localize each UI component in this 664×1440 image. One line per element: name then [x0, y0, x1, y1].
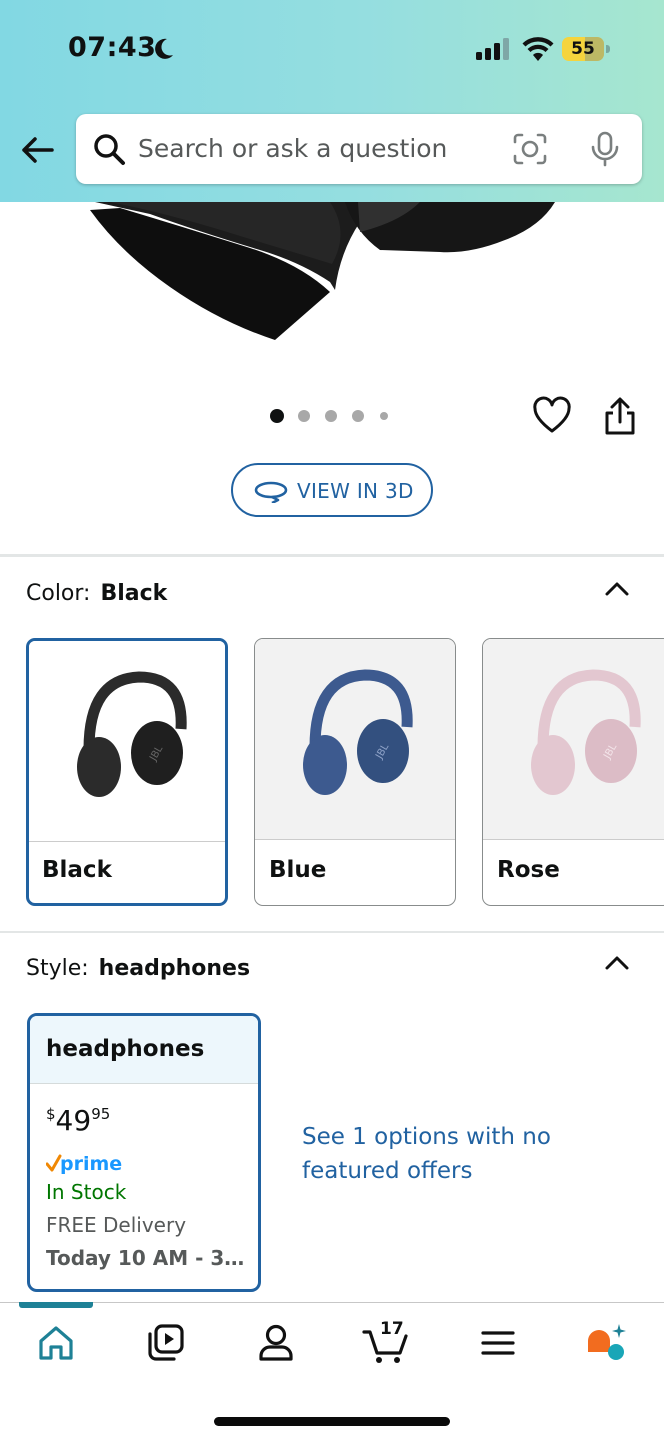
- selected-color: Black: [100, 581, 168, 606]
- headphones-blue-thumbnail: JBL: [303, 669, 413, 795]
- style-card-title: headphones: [46, 1036, 205, 1062]
- clock-time: 07:43: [68, 32, 157, 63]
- price-whole: 49: [55, 1104, 92, 1137]
- color-option-label: Blue: [269, 857, 327, 883]
- page-dot[interactable]: [325, 410, 337, 422]
- page-dot[interactable]: [298, 410, 310, 422]
- color-option-blue[interactable]: JBL Blue: [254, 638, 456, 906]
- chevron-up-icon[interactable]: [604, 580, 630, 598]
- view-in-3d-label: VIEW IN 3D: [297, 479, 414, 503]
- delivery-date: Today 10 AM - 3…: [46, 1246, 245, 1270]
- color-label: Color:: [26, 581, 91, 606]
- search-bar[interactable]: Search or ask a question: [76, 114, 642, 184]
- headphones-product-photo: [80, 202, 555, 340]
- battery-level: 55: [571, 39, 595, 59]
- menu-icon[interactable]: [476, 1321, 520, 1365]
- home-icon[interactable]: [34, 1321, 78, 1365]
- rotate-3d-icon: [254, 481, 288, 503]
- style-heading: Style: headphones: [26, 956, 250, 981]
- stock-status: In Stock: [46, 1180, 127, 1204]
- color-option-label: Black: [42, 857, 112, 883]
- color-option-label: Rose: [497, 857, 560, 883]
- delivery-info: FREE Delivery: [46, 1213, 187, 1237]
- page-dot[interactable]: [352, 410, 364, 422]
- price: $4995: [46, 1104, 110, 1137]
- top-header: 07:43 55 Search or ask a question: [0, 0, 664, 202]
- home-indicator-bar: [214, 1417, 450, 1426]
- search-input[interactable]: Search or ask a question: [138, 134, 447, 163]
- style-card-header: headphones: [30, 1016, 258, 1084]
- product-image[interactable]: [0, 202, 664, 352]
- cellular-signal-icon: [476, 38, 509, 60]
- active-tab-indicator: [19, 1302, 93, 1308]
- search-icon: [94, 134, 125, 165]
- style-label: Style:: [26, 956, 89, 981]
- swatch-image: JBL: [483, 639, 664, 839]
- prime-label: prime: [60, 1153, 122, 1175]
- page-dot[interactable]: [380, 412, 388, 420]
- color-heading: Color: Black: [26, 581, 167, 606]
- wifi-icon: [522, 37, 554, 61]
- swatch-image: JBL: [255, 639, 455, 839]
- heart-icon[interactable]: [532, 396, 572, 436]
- status-bar: 07:43 55: [0, 0, 664, 100]
- headphones-rose-thumbnail: JBL: [531, 669, 641, 795]
- price-currency: $: [46, 1105, 56, 1123]
- page-dot-active[interactable]: [270, 409, 284, 423]
- headphones-black-thumbnail: JBL: [77, 671, 187, 797]
- prime-logo-icon: prime: [46, 1153, 122, 1175]
- chevron-up-icon[interactable]: [604, 954, 630, 972]
- see-more-options-link[interactable]: See 1 options with no featured offers: [302, 1120, 562, 1188]
- style-option-headphones[interactable]: headphones $4995 prime In Stock FREE Del…: [27, 1013, 261, 1292]
- share-icon[interactable]: [602, 396, 638, 436]
- section-divider: [0, 931, 664, 933]
- swatch-image: JBL: [29, 641, 225, 841]
- cart-count-badge: 17: [380, 1319, 404, 1339]
- camera-lens-icon[interactable]: [512, 132, 548, 166]
- microphone-icon[interactable]: [588, 131, 622, 167]
- view-in-3d-button[interactable]: VIEW IN 3D: [231, 463, 433, 517]
- bottom-nav-bar: 17: [0, 1302, 664, 1440]
- color-option-rose[interactable]: JBL Rose: [482, 638, 664, 906]
- moon-icon: [155, 38, 173, 59]
- selected-style: headphones: [98, 956, 251, 981]
- rufus-assistant-icon[interactable]: [584, 1321, 628, 1365]
- battery-indicator: 55: [562, 37, 610, 61]
- account-icon[interactable]: [254, 1321, 298, 1365]
- color-option-black[interactable]: JBL Black: [26, 638, 228, 906]
- price-cents: 95: [91, 1105, 111, 1123]
- section-divider: [0, 554, 664, 557]
- video-library-icon[interactable]: [144, 1321, 188, 1365]
- back-arrow-icon[interactable]: [18, 130, 58, 170]
